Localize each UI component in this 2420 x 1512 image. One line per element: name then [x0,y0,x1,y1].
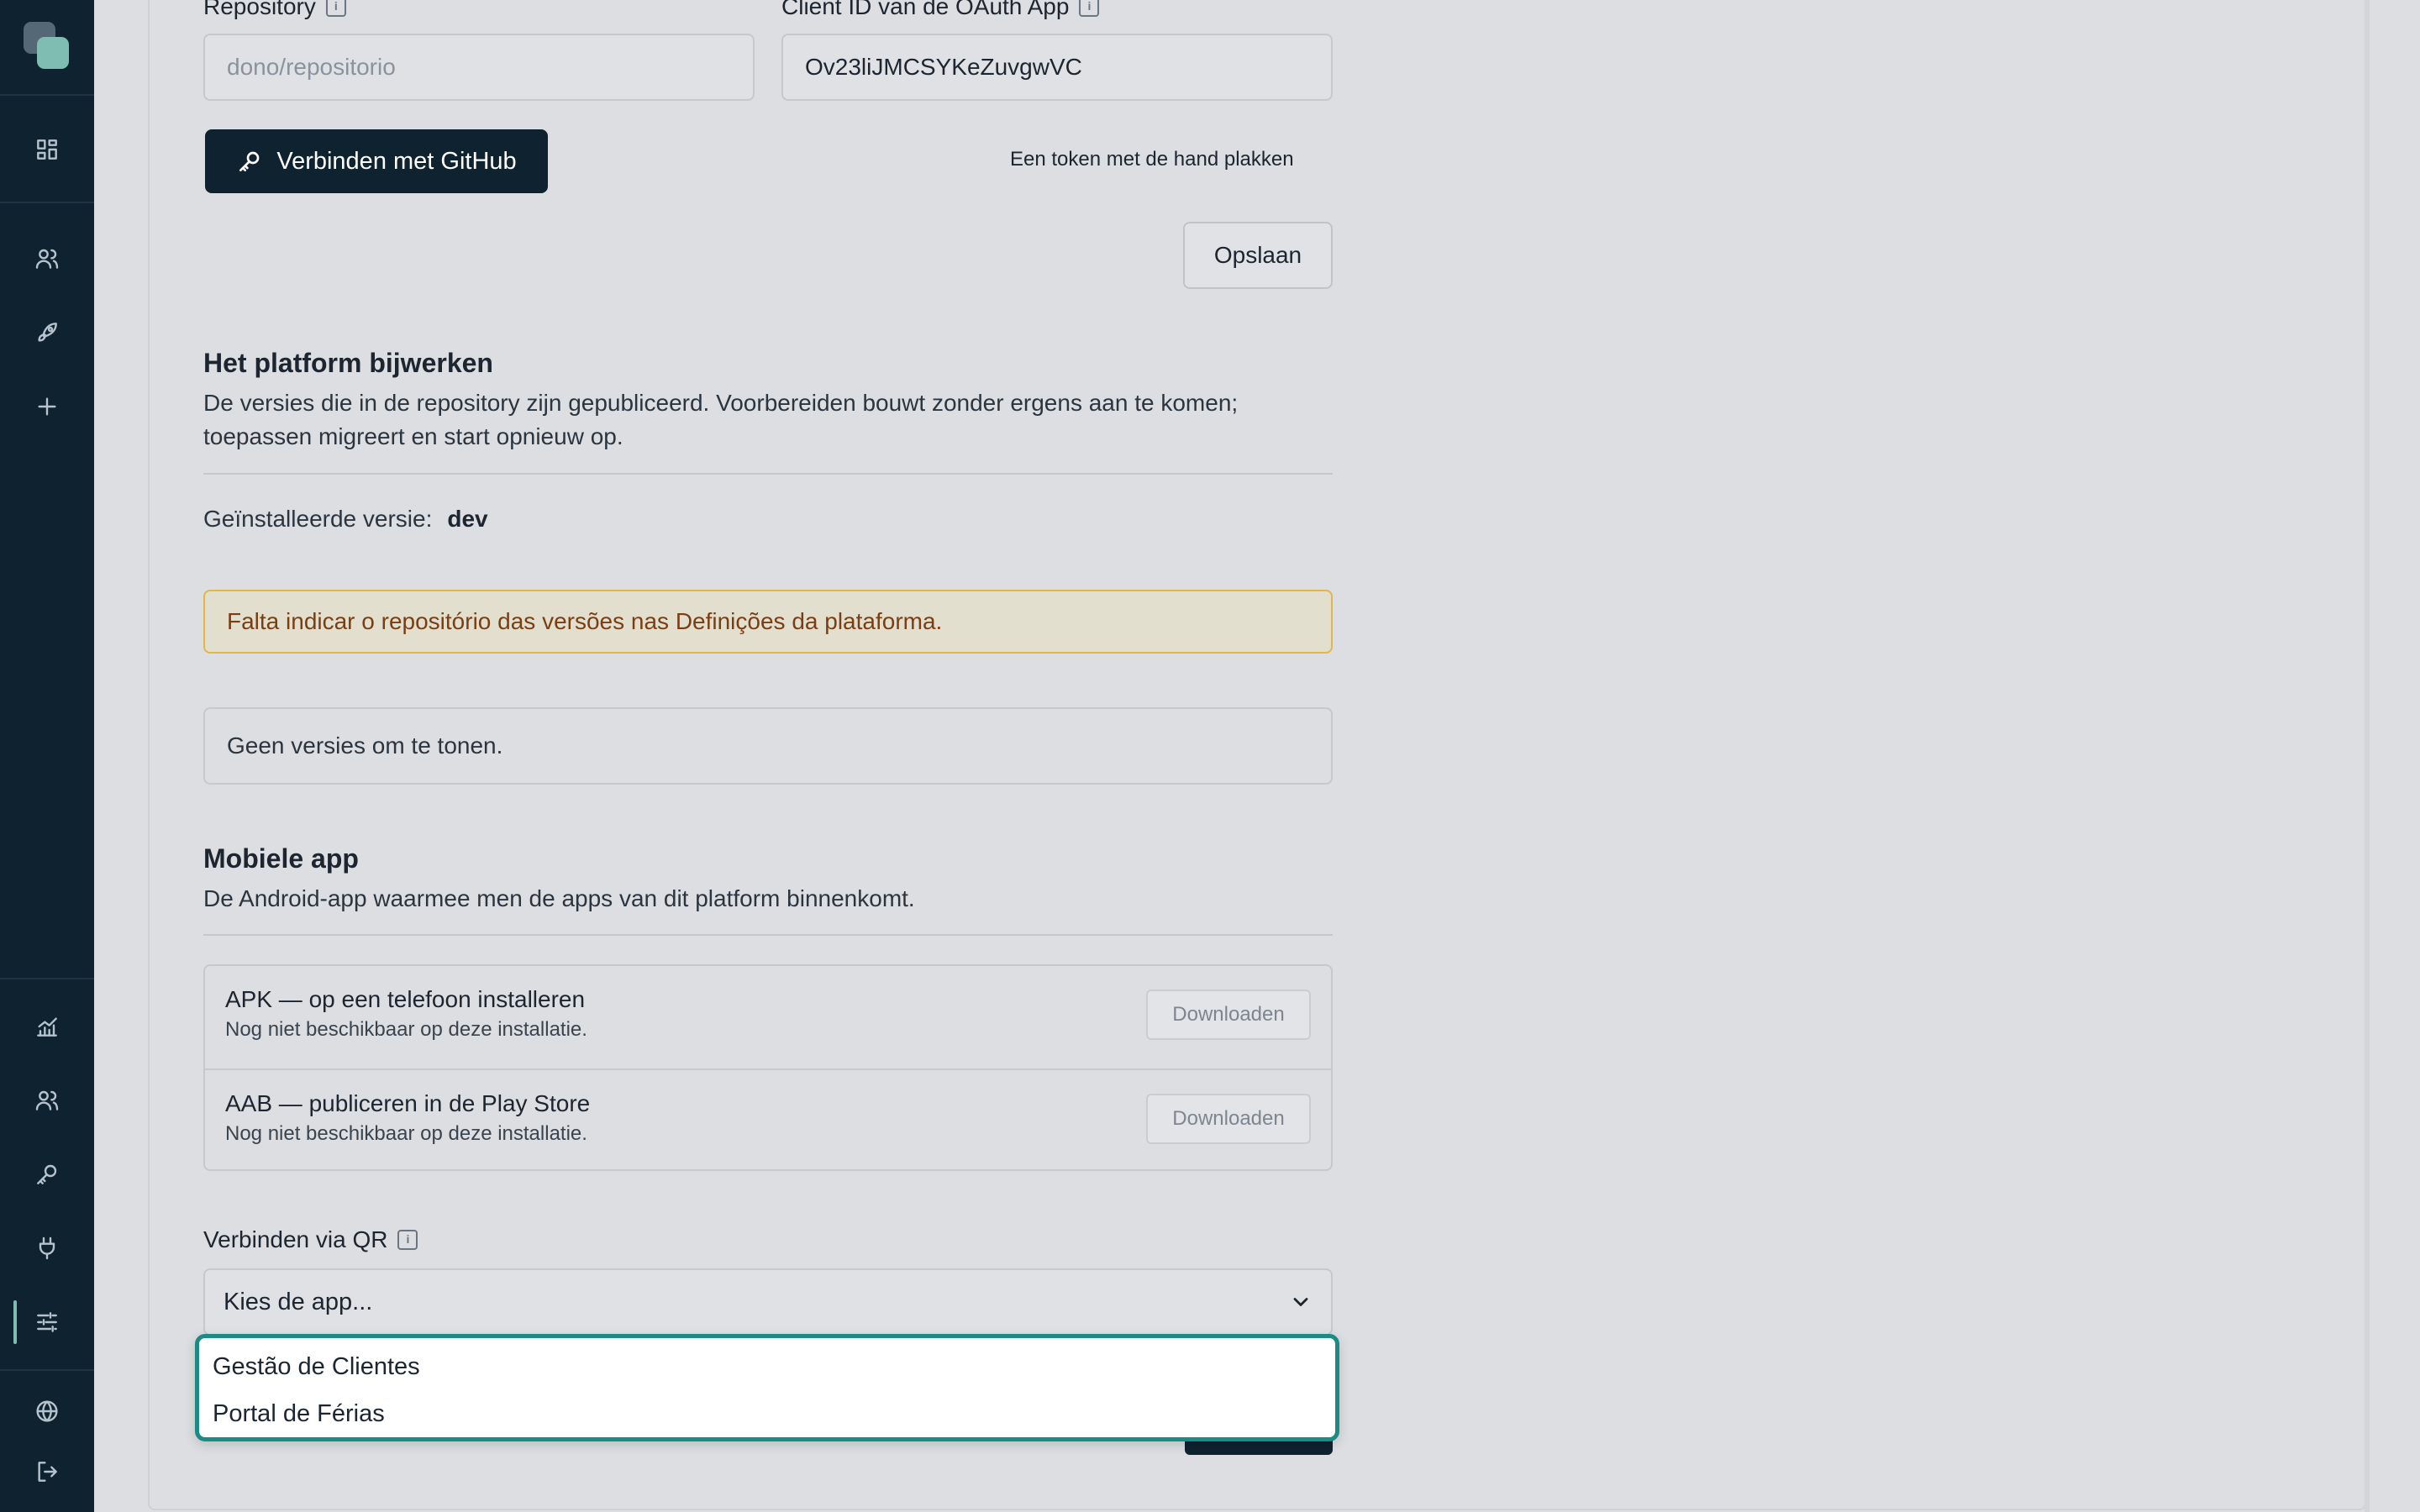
mobile-section-title: Mobiele app [203,843,359,874]
users-icon [35,249,59,269]
app-select[interactable]: Kies de app... [203,1268,1333,1336]
connect-github-button[interactable]: Verbinden met GitHub [205,129,548,193]
sidebar-divider [0,978,94,979]
mobile-build-list: APK — op een telefoon installeren Nog ni… [203,964,1333,1171]
dropdown-option[interactable]: Gestão de Clientes [213,1353,420,1381]
sidebar-item-users[interactable] [24,235,71,282]
sidebar-item-settings[interactable] [24,1299,71,1346]
chevron-down-icon [1293,1298,1308,1306]
update-section-title: Het platform bijwerken [203,348,493,378]
qr-label-row: Verbinden via QR i [203,1226,418,1253]
repository-label-row: Repository i [203,0,346,20]
installed-version-label: Geïnstalleerde versie: [203,506,433,532]
client-id-input[interactable]: Ov23liJMCSYKeZuvgwVC [781,34,1333,101]
key-icon [239,151,260,171]
sidebar-divider [0,1369,94,1371]
dashboard-icon [37,139,57,160]
sidebar-item-keys[interactable] [24,1151,71,1198]
build-status: Nog niet beschikbaar op deze installatie… [225,1122,587,1145]
list-item: AAB — publiceren in de Play Store Nog ni… [205,1068,1331,1169]
versions-empty-state: Geen versies om te tonen. [203,707,1333,785]
logout-icon [38,1462,57,1482]
section-divider [203,934,1333,936]
team-icon [35,1090,59,1110]
download-aab-button[interactable]: Downloaden [1146,1094,1311,1144]
installed-version: Geïnstalleerde versie: dev [203,506,488,533]
app-logo[interactable] [24,22,71,71]
sidebar-item-logout[interactable] [24,1448,71,1495]
key-icon [37,1164,57,1184]
info-icon[interactable]: i [1079,0,1100,17]
app-select-value: Kies de app... [224,1288,373,1315]
save-button[interactable]: Opslaan [1183,222,1333,289]
section-divider [203,473,1333,475]
sidebar-item-team[interactable] [24,1077,71,1124]
installed-version-value: dev [447,506,488,532]
warning-banner: Falta indicar o repositório das versões … [203,590,1333,654]
plus-icon [38,397,56,416]
active-indicator [13,1300,17,1344]
client-id-label: Client ID van de OAuth App [781,0,1070,19]
mobile-description: De Android-app waarmee men de apps van d… [203,885,915,911]
info-icon[interactable]: i [325,0,346,17]
paste-token-link[interactable]: Een token met de hand plakken [1010,148,1294,171]
repository-label: Repository [203,0,316,19]
sidebar-item-analytics[interactable] [24,1003,71,1050]
download-apk-button[interactable]: Downloaden [1146,990,1311,1040]
plug-icon [39,1236,55,1260]
rocket-icon [38,323,57,342]
repository-input[interactable]: dono/repositorio [203,34,755,101]
sidebar [0,0,94,1512]
settings-sliders-icon [37,1312,57,1332]
update-description-line2: toepassen migreert en start opnieuw op. [203,423,623,449]
app-select-dropdown: Gestão de Clientes Portal de Férias [195,1334,1339,1441]
sidebar-item-dashboard[interactable] [24,126,71,173]
connect-github-label: Verbinden met GitHub [276,147,517,175]
sidebar-divider [0,94,94,96]
sidebar-item-add[interactable] [24,383,71,430]
dropdown-option[interactable]: Portal de Férias [213,1400,385,1428]
chart-icon [37,1017,57,1037]
sidebar-item-language[interactable] [24,1388,71,1435]
sidebar-item-deploy[interactable] [24,309,71,356]
update-description-line1: De versies die in de repository zijn gep… [203,390,1239,416]
build-name: AAB — publiceren in de Play Store [225,1090,591,1116]
scroll-edge [2365,0,2370,1512]
info-icon[interactable]: i [397,1230,418,1250]
build-status: Nog niet beschikbaar op deze installatie… [225,1018,587,1041]
build-name: APK — op een telefoon installeren [225,986,586,1012]
globe-icon [36,1400,58,1422]
qr-label: Verbinden via QR [203,1226,388,1252]
list-item: APK — op een telefoon installeren Nog ni… [205,966,1331,1067]
client-id-label-row: Client ID van de OAuth App i [781,0,1100,20]
sidebar-item-integrations[interactable] [24,1225,71,1272]
sidebar-divider [0,202,94,203]
